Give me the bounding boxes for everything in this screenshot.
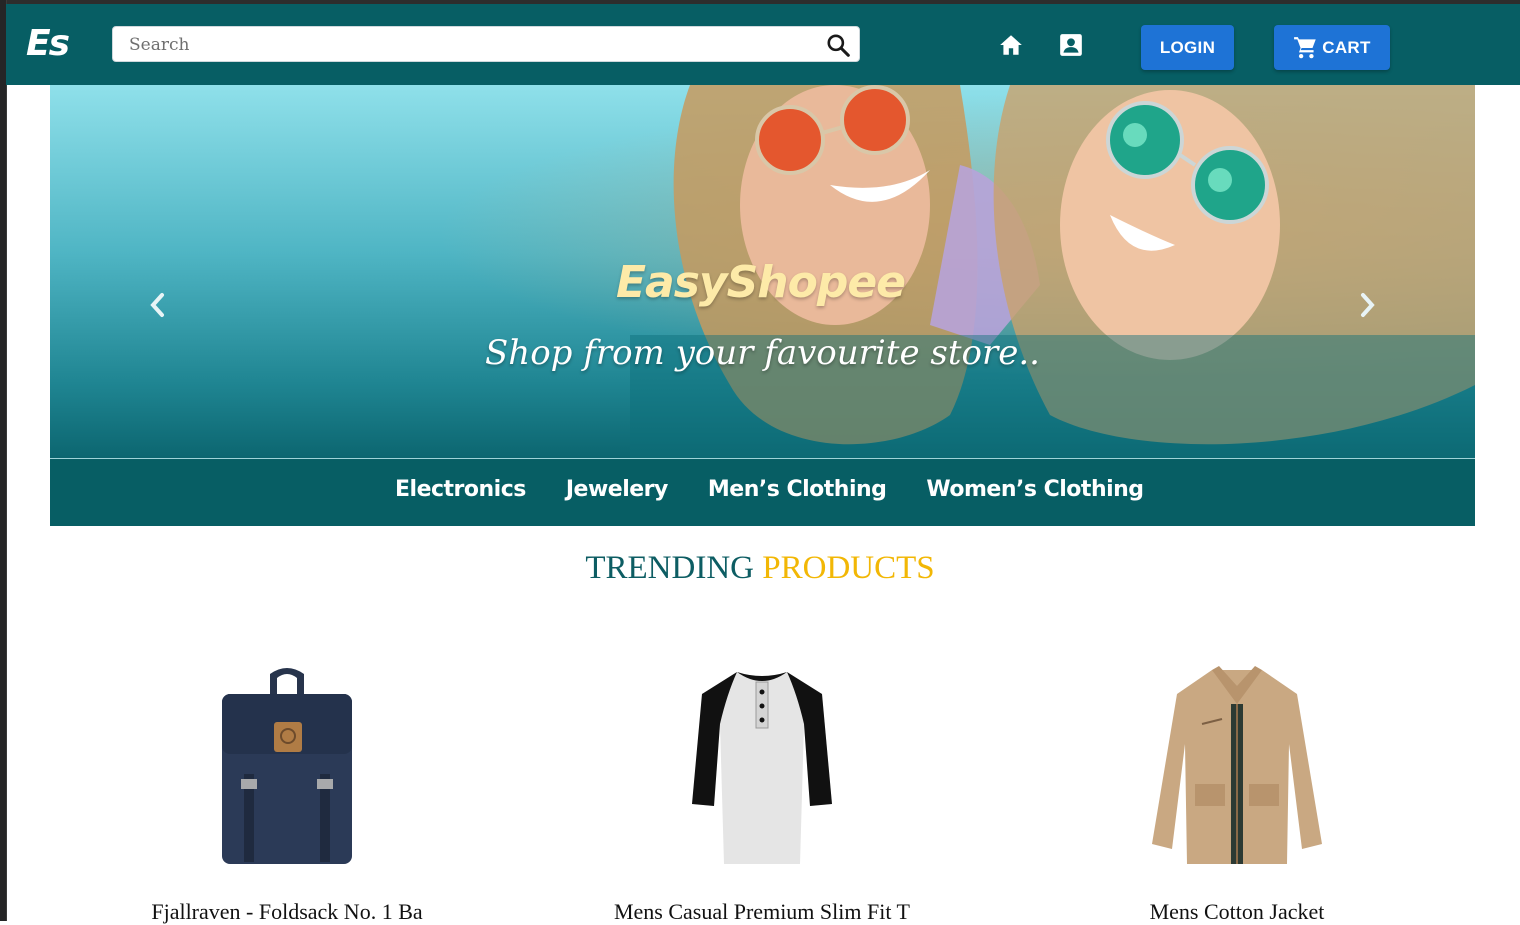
category-jewelery[interactable]: Jewelery [566, 477, 669, 502]
shopping-cart-icon [1294, 36, 1317, 58]
backpack-image[interactable] [77, 660, 497, 872]
product-card[interactable]: Mens Casual Premium Slim Fit T [552, 660, 972, 925]
top-navbar: Es LOGIN CART [6, 4, 1520, 85]
search-icon[interactable] [825, 32, 851, 58]
hero-title: EasyShopee [615, 257, 906, 308]
cart-button-label: CART [1322, 37, 1371, 57]
cotton-jacket-image[interactable] [1027, 660, 1447, 872]
carousel-next-icon[interactable] [1355, 290, 1379, 320]
product-name[interactable]: Mens Casual Premium Slim Fit T [552, 899, 972, 925]
product-card[interactable]: Mens Cotton Jacket [1027, 660, 1447, 925]
raglan-tshirt-image[interactable] [552, 660, 972, 872]
category-mens-clothing[interactable]: Men’s Clothing [708, 477, 887, 502]
category-womens-clothing[interactable]: Women’s Clothing [926, 477, 1144, 502]
trending-products-heading: TRENDING PRODUCTS [0, 550, 1520, 587]
product-card[interactable]: Fjallraven - Foldsack No. 1 Ba [77, 660, 497, 925]
heading-part-products: PRODUCTS [762, 550, 935, 586]
cart-button[interactable]: CART [1274, 25, 1390, 70]
search-bar [112, 26, 860, 62]
login-button-label: LOGIN [1159, 37, 1216, 57]
category-electronics[interactable]: Electronics [395, 477, 526, 502]
search-input[interactable] [127, 31, 811, 59]
carousel-prev-icon[interactable] [146, 290, 170, 320]
site-logo[interactable]: Es [26, 22, 70, 66]
product-name[interactable]: Fjallraven - Foldsack No. 1 Ba [77, 899, 497, 925]
home-icon[interactable] [998, 32, 1024, 58]
hero-carousel: EasyShopee Shop from your favourite stor… [50, 85, 1475, 458]
product-name[interactable]: Mens Cotton Jacket [1027, 899, 1447, 925]
account-box-icon[interactable] [1058, 32, 1084, 58]
login-button[interactable]: LOGIN [1141, 25, 1234, 70]
heading-part-trending: TRENDING [585, 550, 754, 586]
hero-subtitle: Shop from your favourite store.. [485, 333, 1040, 373]
side-panel-strip [0, 0, 7, 921]
category-nav: Electronics Jewelery Men’s Clothing Wome… [50, 458, 1475, 526]
